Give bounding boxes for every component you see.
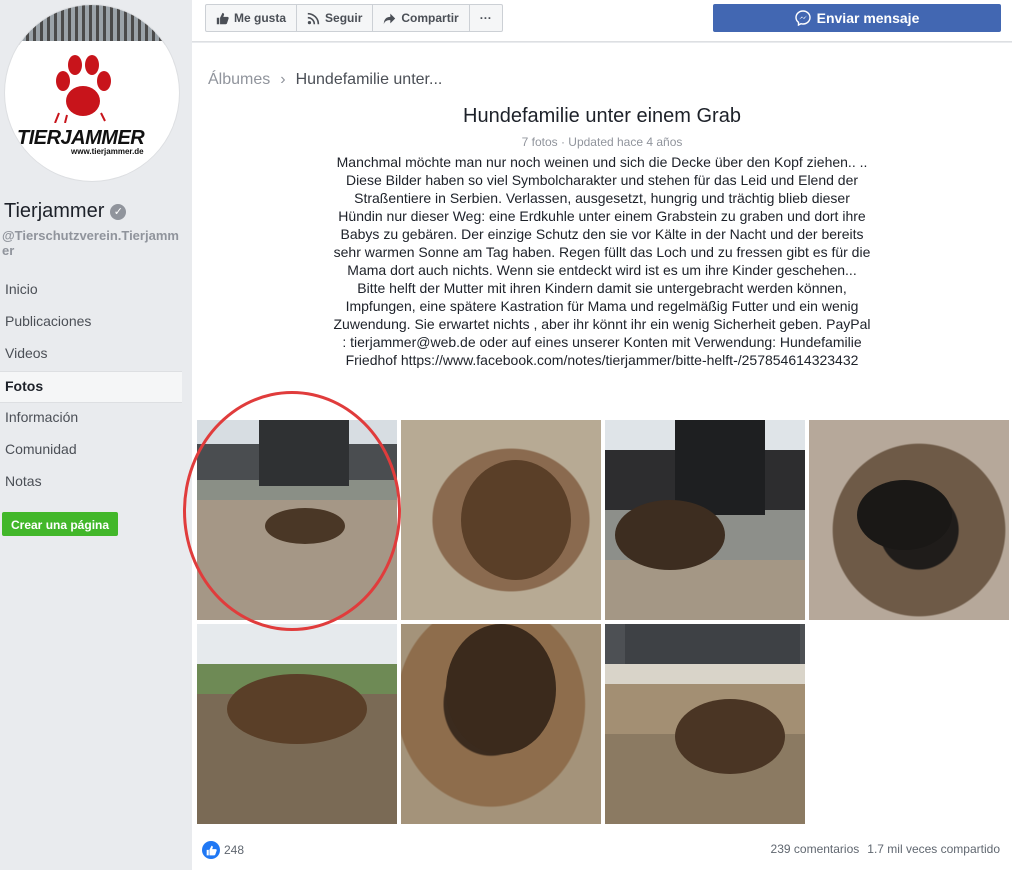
reactions-summary[interactable]: 248 [202, 841, 244, 859]
verified-icon: ✓ [110, 203, 127, 220]
page-action-bar: Me gusta Seguir Compartir ··· Enviar men… [192, 0, 1012, 42]
page-nav: Inicio Publicaciones Videos Fotos Inform… [0, 275, 182, 499]
share-button[interactable]: Compartir [373, 5, 470, 31]
dog-shape [446, 624, 556, 754]
nav-item-comunidad[interactable]: Comunidad [0, 435, 182, 467]
dog-shape [461, 460, 571, 580]
nav-item-notas[interactable]: Notas [0, 467, 182, 499]
breadcrumb: Álbumes › Hundefamilie unter... [208, 71, 442, 89]
action-button-group: Me gusta Seguir Compartir ··· [205, 4, 503, 32]
follow-button[interactable]: Seguir [297, 5, 374, 31]
engagement-stats: 239 comentarios 1.7 mil veces compartido [771, 842, 1000, 856]
comments-count-link[interactable]: 239 comentarios [771, 842, 860, 856]
album-photo-3[interactable] [605, 420, 805, 620]
album-photo-2[interactable] [401, 420, 601, 620]
album-photo-1[interactable] [197, 420, 397, 620]
nav-item-videos[interactable]: Videos [0, 339, 182, 371]
page-handle: @Tierschutzverein.Tierjammer [2, 228, 179, 258]
gravestone-shape [625, 624, 800, 664]
page-name[interactable]: Tierjammer ✓ [4, 200, 127, 223]
avatar-cover-strip [5, 5, 179, 45]
album-meta: 7 fotos · Updated hace 4 años [521, 135, 683, 149]
like-count: 248 [224, 843, 245, 857]
messenger-icon [794, 10, 811, 26]
dog-shape [227, 674, 367, 744]
more-options-button[interactable]: ··· [470, 5, 502, 31]
page-name-text[interactable]: Tierjammer [4, 200, 104, 223]
send-message-button[interactable]: Enviar mensaje [713, 4, 1001, 32]
send-message-label: Enviar mensaje [816, 10, 920, 26]
more-dots-icon: ··· [479, 11, 492, 25]
album-footer: 248 239 comentarios 1.7 mil veces compar… [192, 839, 1012, 863]
breadcrumb-albums-link[interactable]: Álbumes [208, 71, 270, 89]
album-photo-6[interactable] [401, 624, 601, 824]
album-photo-7[interactable] [605, 624, 805, 824]
breadcrumb-current: Hundefamilie unter... [295, 71, 443, 88]
like-reaction-icon [202, 841, 220, 859]
paw-logo-icon [54, 55, 111, 123]
album-photo-4[interactable] [809, 420, 1009, 620]
share-button-label: Compartir [401, 11, 459, 25]
album-photo-5[interactable] [197, 624, 397, 824]
follow-button-label: Seguir [325, 11, 363, 25]
create-page-button[interactable]: Crear una página [2, 512, 119, 536]
nav-item-publicaciones[interactable]: Publicaciones [0, 307, 182, 339]
dog-shape [615, 500, 725, 570]
thumbs-up-icon [216, 12, 229, 24]
logo-url: www.tierjammer.de [71, 147, 144, 156]
dog-shape [857, 480, 952, 550]
nav-item-informacion[interactable]: Información [0, 403, 182, 435]
dog-shape [675, 699, 785, 774]
nav-item-fotos[interactable]: Fotos [0, 371, 182, 403]
dog-shape [265, 508, 345, 544]
album-title: Hundefamilie unter einem Grab [463, 105, 741, 127]
like-button[interactable]: Me gusta [206, 5, 298, 31]
avatar-logo: TIERJAMMER www.tierjammer.de [13, 41, 173, 177]
gravestone-shape [675, 420, 765, 515]
page-avatar[interactable]: TIERJAMMER www.tierjammer.de [4, 4, 180, 182]
chevron-right-icon: › [280, 71, 286, 88]
gravestone-shape [259, 420, 349, 486]
left-column: TIERJAMMER www.tierjammer.de Tierjammer … [0, 0, 192, 870]
shares-count-link[interactable]: 1.7 mil veces compartido [867, 842, 1000, 856]
share-arrow-icon [384, 13, 396, 24]
rss-icon [307, 12, 320, 24]
nav-item-inicio[interactable]: Inicio [0, 275, 182, 307]
album-card: Álbumes › Hundefamilie unter... Hundefam… [183, 43, 1012, 870]
album-description: Manchmal möchte man nur noch weinen und … [333, 154, 871, 368]
like-button-label: Me gusta [234, 11, 287, 25]
